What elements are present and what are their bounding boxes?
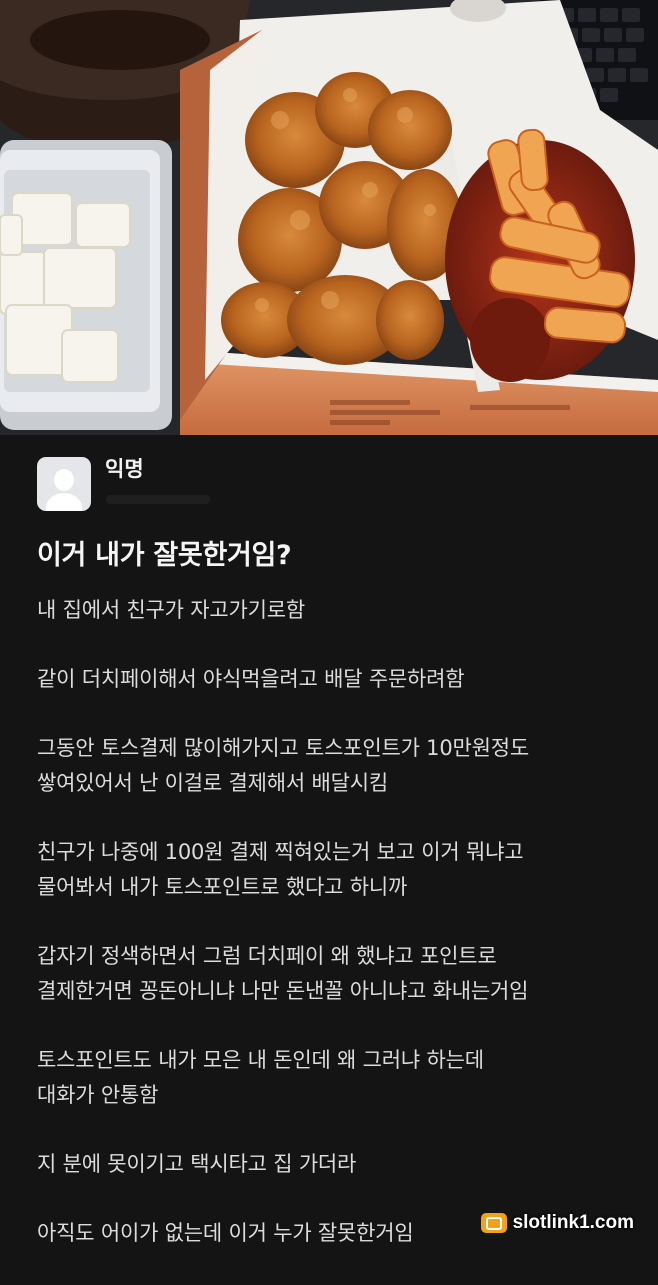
watermark: slotlink1.com bbox=[480, 1210, 634, 1236]
paragraph: 친구가 나중에 100원 결제 찍혀있는거 보고 이거 뭐냐고 물어봐서 내가 … bbox=[37, 835, 637, 905]
slot-icon bbox=[480, 1213, 507, 1233]
avatar-body bbox=[46, 493, 82, 511]
text-line: 갑자기 정색하면서 그럼 더치페이 왜 했냐고 포인트로 bbox=[37, 944, 497, 968]
text-line: 내 집에서 친구가 자고가기로함 bbox=[37, 598, 305, 622]
text-line: 결제한거면 꽁돈아니냐 나만 돈낸꼴 아니냐고 화내는거임 bbox=[37, 979, 529, 1003]
paragraph: 갑자기 정색하면서 그럼 더치페이 왜 했냐고 포인트로 결제한거면 꽁돈아니냐… bbox=[37, 939, 637, 1009]
post-body: 내 집에서 친구가 자고가기로함 같이 더치페이해서 야식먹을려고 배달 주문하… bbox=[37, 593, 637, 1285]
avatar[interactable] bbox=[37, 457, 91, 511]
avatar-head bbox=[54, 469, 74, 491]
paragraph: 같이 더치페이해서 야식먹을려고 배달 주문하려함 bbox=[37, 662, 637, 697]
post-card: 익명 이거 내가 잘못한거임? 내 집에서 친구가 자고가기로함 같이 더치페이… bbox=[0, 435, 658, 1262]
watermark-text: slotlink1.com bbox=[512, 1212, 634, 1233]
text-line: 토스포인트도 내가 모은 내 돈인데 왜 그러냐 하는데 bbox=[37, 1048, 484, 1072]
paragraph: 토스포인트도 내가 모은 내 돈인데 왜 그러냐 하는데 대화가 안통함 bbox=[37, 1043, 637, 1113]
text-line: 물어봐서 내가 토스포인트로 했다고 하니까 bbox=[37, 875, 408, 899]
author-name[interactable]: 익명 bbox=[105, 453, 144, 483]
text-line: 같이 더치페이해서 야식먹을려고 배달 주문하려함 bbox=[37, 667, 465, 691]
paragraph: 지 분에 못이기고 택시타고 집 가더라 bbox=[37, 1147, 637, 1182]
food-photo-illustration bbox=[0, 0, 658, 435]
post-title: 이거 내가 잘못한거임? bbox=[37, 540, 292, 571]
text-line: 대화가 안통함 bbox=[37, 1083, 159, 1107]
text-line: 친구가 나중에 100원 결제 찍혀있는거 보고 이거 뭐냐고 bbox=[37, 840, 524, 864]
text-line: 그동안 토스결제 많이해가지고 토스포인트가 10만원정도 bbox=[37, 736, 529, 760]
text-line: 쌓여있어서 난 이걸로 결제해서 배달시킴 bbox=[37, 771, 388, 795]
author-meta-placeholder bbox=[106, 495, 210, 504]
text-line: 지 분에 못이기고 택시타고 집 가더라 bbox=[37, 1152, 357, 1176]
paragraph: 그동안 토스결제 많이해가지고 토스포인트가 10만원정도 쌓여있어서 난 이걸… bbox=[37, 731, 637, 801]
paragraph: 내 집에서 친구가 자고가기로함 bbox=[37, 593, 637, 628]
food-photo bbox=[0, 0, 658, 435]
